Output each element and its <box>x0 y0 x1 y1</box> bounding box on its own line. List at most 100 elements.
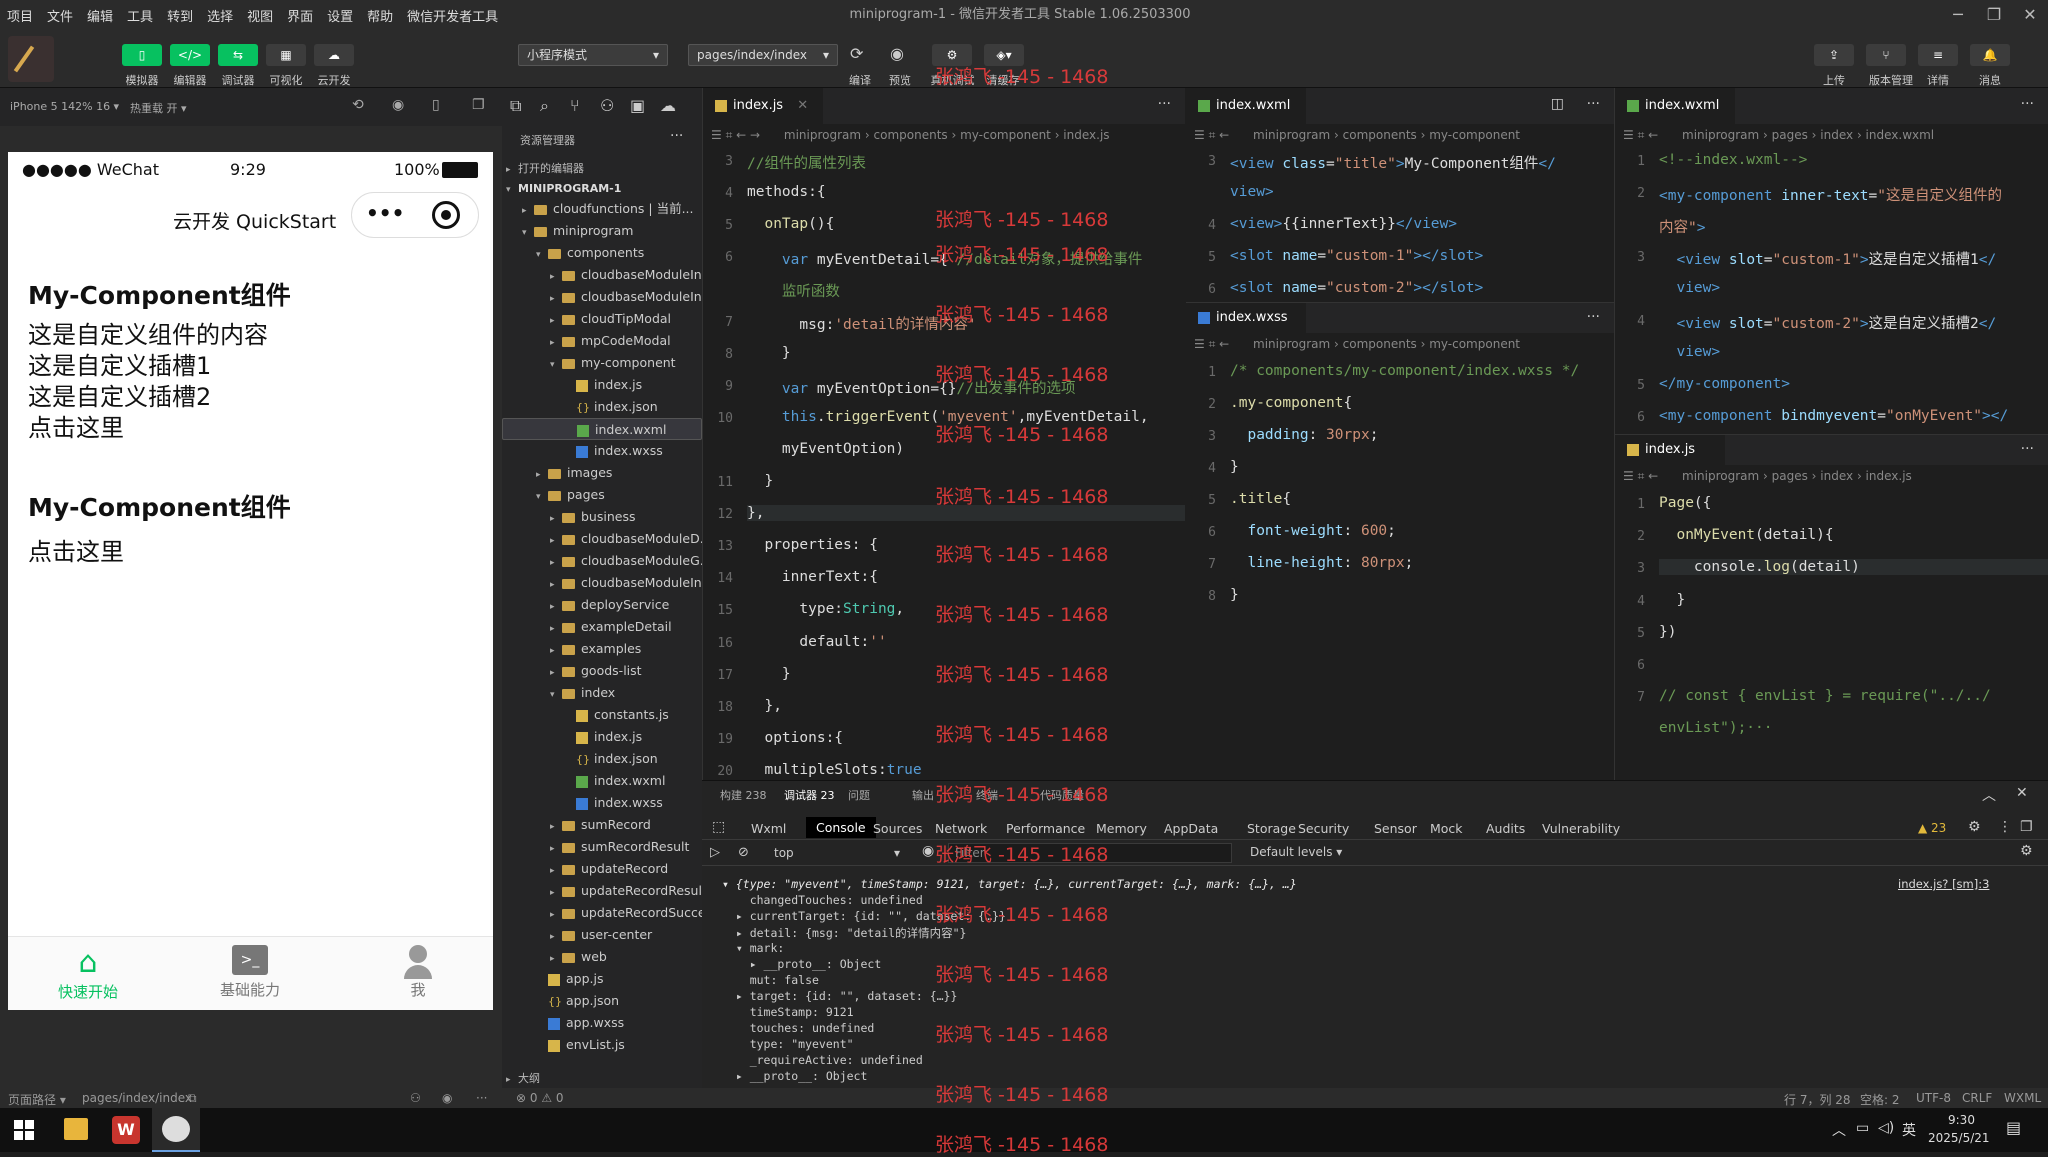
menu-item[interactable]: 帮助 <box>360 6 400 25</box>
cloud-icon[interactable]: ☁ <box>660 96 676 115</box>
tree-item[interactable]: ▸ mpCodeModal <box>502 330 702 352</box>
code-line[interactable]: .my-component{ <box>1230 395 1352 411</box>
clear-console-icon[interactable]: ⊘ <box>738 845 749 860</box>
tree-item[interactable]: index.wxss <box>502 792 702 814</box>
ime-indicator[interactable]: 英 <box>1902 1120 1916 1140</box>
tab-me[interactable]: 我 <box>358 945 478 1000</box>
eye-icon[interactable]: ◉ <box>442 1091 452 1105</box>
tab-index-wxss[interactable]: index.wxss ✕ <box>1186 303 1306 355</box>
code-area[interactable]: 3 <view class="title">My-Component组件</ vie… <box>1186 146 1614 302</box>
devtools-tab[interactable]: Mock <box>1430 821 1463 836</box>
console-output[interactable]: ▾ {type: "myevent", timeStamp: 9121, tar… <box>722 877 1882 1087</box>
notification-icon[interactable]: ▤ <box>2006 1118 2021 1137</box>
tree-item[interactable]: ▸ exampleDetail <box>502 616 702 638</box>
code-line[interactable]: } <box>747 345 791 361</box>
source-link[interactable]: index.js? [sm]:3 <box>1898 877 1989 891</box>
devtools-tab[interactable]: Sources <box>873 821 922 836</box>
code-line[interactable]: <view slot="custom-2">这是自定义插槽2</ <box>1659 312 1996 333</box>
code-line[interactable]: .title{ <box>1230 491 1291 507</box>
tree-item[interactable]: ▸ user-center <box>502 924 702 946</box>
console-line[interactable]: _requireActive: undefined <box>722 1053 923 1067</box>
device-select[interactable]: iPhone 5 142% 16 ▾ <box>10 100 119 113</box>
eol[interactable]: CRLF <box>1962 1091 1992 1105</box>
devtools-tab[interactable]: Memory <box>1096 821 1147 836</box>
wps-icon[interactable]: W <box>112 1116 140 1144</box>
menu-item[interactable]: 选择 <box>200 6 240 25</box>
warning-count[interactable]: ▲ 23 <box>1918 821 1946 835</box>
code-line[interactable]: methods:{ <box>747 184 826 200</box>
tray-up-icon[interactable]: ︿ <box>1832 1120 1846 1140</box>
menu-item[interactable]: 工具 <box>120 6 160 25</box>
tree-item[interactable]: {} index.json <box>502 748 702 770</box>
tree-item[interactable]: index.js <box>502 374 702 396</box>
code-line[interactable]: //组件的属性列表 <box>747 152 866 173</box>
code-line[interactable]: default:'' <box>747 634 886 650</box>
code-line[interactable]: 内容"> <box>1659 216 1705 237</box>
levels-select[interactable]: Default levels ▾ <box>1250 845 1342 859</box>
encoding[interactable]: UTF-8 <box>1916 1091 1951 1105</box>
code-line[interactable]: } <box>1230 459 1239 475</box>
menu-item[interactable]: 编辑 <box>80 6 120 25</box>
tree-item[interactable]: app.wxss <box>502 1012 702 1034</box>
tree-item[interactable]: ▸ examples <box>502 638 702 660</box>
version-button[interactable]: ⑂ <box>1866 44 1906 66</box>
editor-button[interactable]: </> <box>170 44 210 66</box>
tab-quickstart[interactable]: ⌂ 快速开始 <box>28 945 148 1002</box>
debug-icon[interactable]: ⚇ <box>600 96 614 115</box>
code-line[interactable]: view> <box>1659 280 1720 296</box>
tree-item[interactable]: ▸ cloudbaseModuleIn... <box>502 264 714 286</box>
code-line[interactable]: } <box>1659 592 1685 608</box>
devtools-tab[interactable]: Security <box>1298 821 1349 836</box>
undock-icon[interactable]: ❐ <box>2020 819 2033 835</box>
eye-icon[interactable]: ◉ <box>922 843 934 859</box>
avatar[interactable] <box>8 36 54 82</box>
tree-item[interactable]: ▸ web <box>502 946 702 968</box>
code-line[interactable]: </my-component> <box>1659 376 1790 392</box>
menu-item[interactable]: 界面 <box>280 6 320 25</box>
context-select[interactable]: top ▾ <box>770 843 900 863</box>
console-settings-icon[interactable]: ⚙ <box>2020 843 2033 859</box>
code-line[interactable]: /* components/my-component/index.wxss */ <box>1230 363 1579 379</box>
code-line[interactable]: <view slot="custom-1">这是自定义插槽1</ <box>1659 248 1996 269</box>
devtools-tab[interactable]: Vulnerability <box>1542 821 1620 836</box>
code-line[interactable]: view> <box>1659 344 1720 360</box>
details-button[interactable]: ≡ <box>1918 44 1958 66</box>
hotreload-select[interactable]: 热重载 开 ▾ <box>130 100 187 116</box>
tree-item[interactable]: ▸ cloudbaseModuleIn... <box>502 572 714 594</box>
code-line[interactable]: <slot name="custom-2"></slot> <box>1230 280 1483 296</box>
tree-item[interactable]: ▸ goods-list <box>502 660 702 682</box>
tree-item[interactable]: index.wxml <box>502 770 702 792</box>
tree-item[interactable]: index.js <box>502 726 702 748</box>
more-icon[interactable]: ··· <box>1158 96 1171 112</box>
tree-item[interactable]: ▸ sumRecord <box>502 814 702 836</box>
tree-item[interactable]: ▸ cloudbaseModuleIn... <box>502 286 714 308</box>
devtools-tab[interactable]: Performance <box>1006 821 1085 836</box>
windows-start-icon[interactable] <box>14 1120 34 1140</box>
network-icon[interactable]: ▭ <box>1856 1120 1869 1136</box>
code-line[interactable]: <my-component inner-text="这是自定义组件的 <box>1659 184 2002 205</box>
code-line[interactable]: <slot name="custom-1"></slot> <box>1230 248 1483 264</box>
tab-basic[interactable]: >_ 基础能力 <box>190 945 310 1000</box>
code-line[interactable]: view> <box>1230 184 1274 200</box>
menu-item[interactable]: 设置 <box>320 6 360 25</box>
git-icon[interactable]: ⑂ <box>570 96 580 115</box>
console-line[interactable]: ▸ target: {id: "", dataset: {…}} <box>722 989 958 1003</box>
page-select[interactable]: pages/index/index ▾ <box>688 44 838 66</box>
record-icon[interactable]: ◉ <box>392 97 404 113</box>
console-line[interactable]: changedTouches: undefined <box>722 893 923 907</box>
cloud-button[interactable]: ☁ <box>314 44 354 66</box>
tree-item[interactable]: ▾ my-component <box>502 352 702 374</box>
bug-icon[interactable]: ⚇ <box>410 1091 421 1105</box>
simulator-button[interactable]: ▯ <box>122 44 162 66</box>
code-line[interactable]: onTap(){ <box>747 216 834 232</box>
path-label[interactable]: 页面路径 ▾ <box>8 1091 66 1108</box>
tree-item[interactable]: ▸ updateRecord <box>502 858 702 880</box>
minimize-button[interactable]: ─ <box>1940 0 1976 30</box>
more-vert-icon[interactable]: ⋮ <box>1998 819 2012 835</box>
code-line[interactable]: console.log(detail) <box>1659 559 2048 576</box>
more-icon[interactable]: ··· <box>670 128 683 144</box>
code-area[interactable]: 1 <!--index.wxml--> 2 <my-component inner-t… <box>1615 146 2048 434</box>
tap-text[interactable]: 点击这里 <box>28 413 268 444</box>
code-line[interactable]: type:String, <box>747 601 904 617</box>
search-icon[interactable]: ⌕ <box>540 96 549 116</box>
